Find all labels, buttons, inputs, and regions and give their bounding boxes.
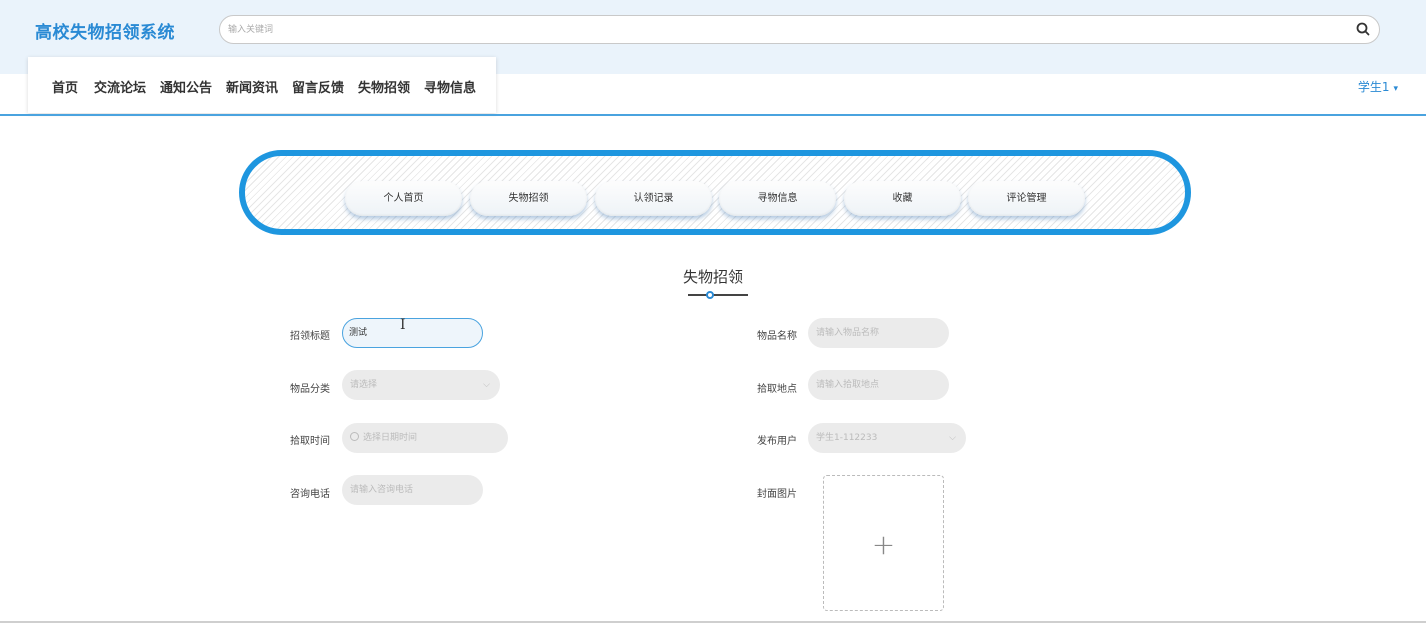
category-select[interactable]: 请选择 ⌵ — [342, 370, 500, 400]
tab-comment-management[interactable]: 评论管理 — [968, 181, 1085, 216]
nav-item-search-info[interactable]: 寻物信息 — [424, 77, 476, 96]
plus-icon: + — [871, 528, 896, 561]
tab-claim-records[interactable]: 认领记录 — [595, 181, 712, 216]
center-tab-frame: 个人首页 失物招领 认领记录 寻物信息 收藏 评论管理 — [239, 150, 1191, 235]
header-divider — [0, 114, 1426, 116]
tab-search-info[interactable]: 寻物信息 — [719, 181, 836, 216]
category-placeholder: 请选择 — [350, 380, 378, 390]
chevron-down-icon: ⌵ — [949, 433, 956, 443]
title-decoration — [688, 291, 748, 299]
tab-lost-found[interactable]: 失物招领 — [470, 181, 587, 216]
phone-input[interactable]: 请输入咨询电话 — [342, 475, 483, 505]
nav-item-lost-found[interactable]: 失物招领 — [358, 77, 410, 96]
nav-item-feedback[interactable]: 留言反馈 — [292, 77, 344, 96]
cover-upload[interactable]: + — [823, 475, 944, 611]
main-nav: 首页 交流论坛 通知公告 新闻资讯 留言反馈 失物招领 寻物信息 — [28, 57, 496, 113]
page-title: 失物招领 — [682, 268, 743, 286]
item-name-input[interactable]: 请输入物品名称 — [808, 318, 949, 348]
location-input[interactable]: 请输入拾取地点 — [808, 370, 949, 400]
publisher-select[interactable]: 学生1-112233 ⌵ — [808, 423, 966, 453]
phone-label: 咨询电话 — [290, 489, 330, 500]
item-name-label: 物品名称 — [757, 331, 797, 342]
cover-label: 封面图片 — [757, 489, 797, 500]
clock-icon — [350, 432, 359, 441]
search-bar[interactable] — [219, 15, 1380, 44]
chevron-down-icon: ⌵ — [483, 380, 490, 390]
nav-item-home[interactable]: 首页 — [52, 77, 78, 96]
user-name: 学生1 — [1357, 80, 1390, 94]
publisher-value: 学生1-112233 — [816, 433, 878, 443]
caret-down-icon: ▾ — [1393, 84, 1398, 94]
nav-item-news[interactable]: 新闻资讯 — [226, 77, 278, 96]
text-cursor-icon: I — [400, 317, 406, 333]
time-placeholder: 选择日期时间 — [363, 433, 418, 443]
location-label: 拾取地点 — [757, 384, 797, 395]
site-logo[interactable]: 高校失物招领系统 — [35, 18, 175, 43]
nav-item-forum[interactable]: 交流论坛 — [94, 77, 146, 96]
category-label: 物品分类 — [290, 384, 330, 395]
publisher-label: 发布用户 — [757, 436, 797, 447]
title-label: 招领标题 — [290, 331, 330, 342]
search-input[interactable] — [228, 16, 1328, 43]
time-picker[interactable]: 选择日期时间 — [342, 423, 508, 453]
time-label: 拾取时间 — [290, 436, 330, 447]
title-input[interactable]: 测试 — [342, 318, 483, 348]
tab-favorites[interactable]: 收藏 — [844, 181, 961, 216]
user-menu[interactable]: 学生1 ▾ — [1358, 78, 1398, 95]
nav-item-notice[interactable]: 通知公告 — [160, 77, 212, 96]
tab-personal-home[interactable]: 个人首页 — [345, 181, 462, 216]
search-icon[interactable] — [1355, 21, 1371, 37]
